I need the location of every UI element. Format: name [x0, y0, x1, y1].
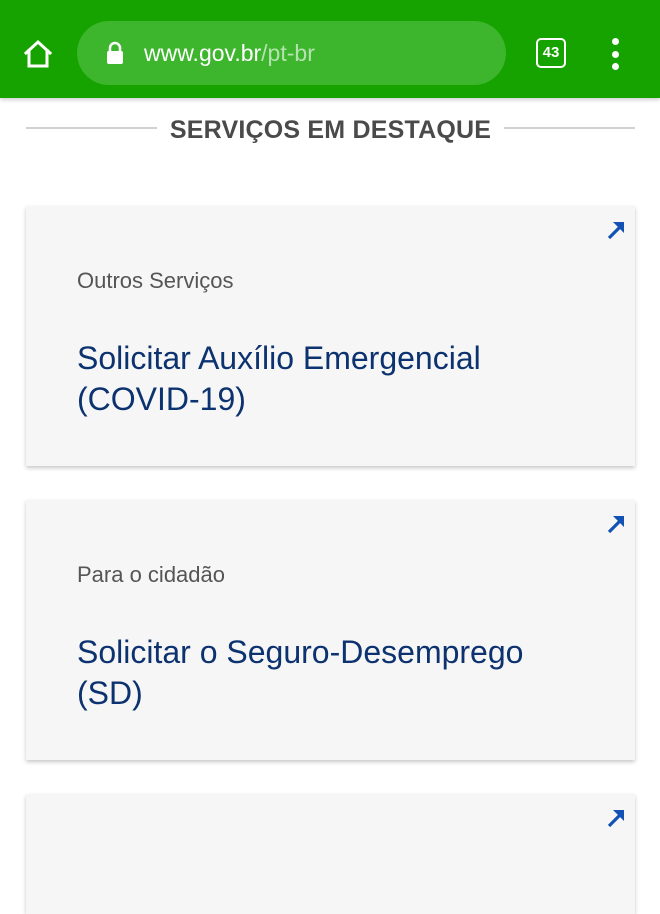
menu-dot	[611, 38, 619, 45]
service-card[interactable]: Outros Serviços Solicitar Auxílio Emerge…	[26, 206, 635, 466]
section-title: SERVIÇOS EM DESTAQUE	[169, 116, 492, 144]
external-arrow-icon	[607, 810, 624, 828]
service-category: Outros Serviços	[77, 268, 234, 293]
menu-dot	[611, 63, 619, 70]
service-title-link[interactable]: Solicitar Auxílio Emergencial (COVID-19)	[77, 338, 597, 420]
tab-switcher-button[interactable]: 43	[536, 38, 566, 68]
url-path: /pt-br	[261, 40, 315, 66]
external-arrow-icon	[607, 516, 624, 534]
url-host: www.gov.br	[144, 40, 262, 66]
home-button[interactable]	[20, 36, 56, 72]
more-vert-icon[interactable]	[600, 38, 630, 70]
url-text[interactable]: www.gov.br/pt-br	[144, 21, 315, 85]
home-icon	[23, 39, 53, 68]
service-card[interactable]	[26, 794, 635, 914]
divider-left	[26, 127, 157, 129]
service-card[interactable]: Para o cidadão Solicitar o Seguro-Desemp…	[26, 500, 635, 760]
menu-dot	[611, 50, 619, 58]
divider-right	[504, 127, 635, 129]
external-arrow-icon	[607, 222, 624, 240]
address-bar[interactable]: www.gov.br/pt-br	[77, 21, 506, 85]
lock-icon	[107, 41, 123, 64]
service-title-link[interactable]: Solicitar o Seguro-Desemprego (SD)	[77, 632, 597, 714]
browser-toolbar: www.gov.br/pt-br 43	[0, 0, 660, 98]
tab-count: 43	[542, 44, 560, 61]
section-header: SERVIÇOS EM DESTAQUE	[0, 108, 660, 152]
service-category: Para o cidadão	[77, 562, 225, 587]
